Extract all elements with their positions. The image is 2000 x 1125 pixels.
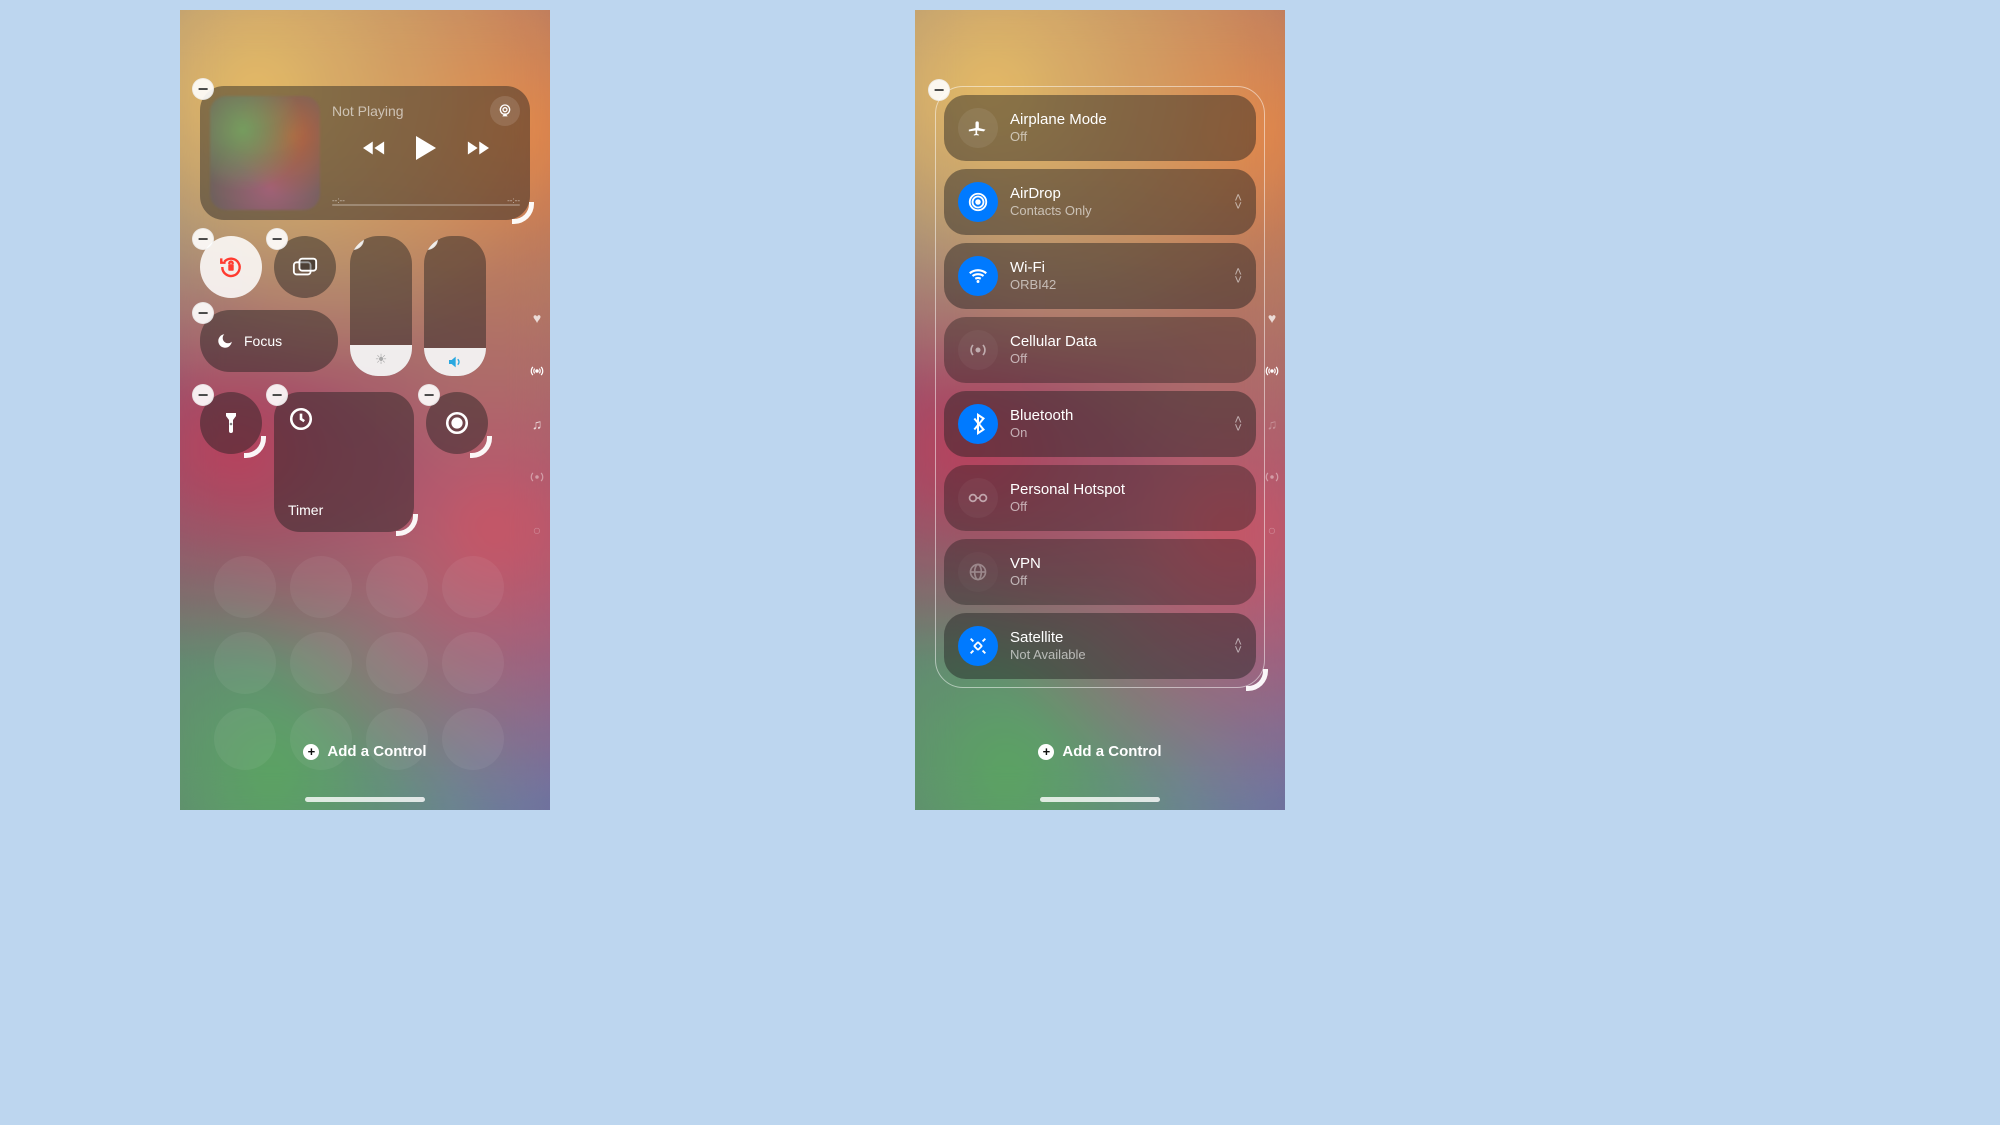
home-indicator[interactable] [305,797,425,802]
remove-button[interactable]: − [192,78,214,100]
remove-button[interactable]: − [350,236,364,250]
row-sub: Contacts Only [1010,203,1092,219]
resize-handle[interactable] [512,202,534,224]
vpn-icon [958,552,998,592]
airplane-icon [958,108,998,148]
remove-button[interactable]: − [192,228,214,250]
plus-icon: + [1038,744,1054,760]
time-elapsed: --:-- [332,196,345,205]
row-sub: Off [1010,351,1097,367]
add-control-label: Add a Control [1062,743,1161,760]
airdrop-row[interactable]: AirDrop Contacts Only ˄˅ [944,169,1256,235]
row-sub: ORBI42 [1010,277,1056,293]
focus-button[interactable]: − Focus [200,310,338,372]
page-dots[interactable]: ♥ ♫ ○ [530,310,544,538]
remove-button[interactable]: − [928,79,950,101]
flashlight-button[interactable]: − [200,392,262,454]
chevron-expand-icon[interactable]: ˄˅ [1234,638,1242,654]
heart-icon: ♥ [1268,310,1276,326]
next-track-button[interactable] [463,139,489,157]
wifi-icon [958,256,998,296]
page-dots[interactable]: ♥ ♫ ○ [1265,310,1279,538]
connectivity-group: − Airplane Mode Off AirDrop Contacts Onl… [935,86,1265,688]
row-sub: Off [1010,499,1125,515]
satellite-row[interactable]: Satellite Not Available ˄˅ [944,613,1256,679]
hotspot-icon [958,478,998,518]
heart-icon: ♥ [533,310,541,326]
phone-left: − Not Playing [180,10,550,810]
airplane-mode-row[interactable]: Airplane Mode Off [944,95,1256,161]
cellular-row[interactable]: Cellular Data Off [944,317,1256,383]
row-sub: On [1010,425,1073,441]
add-control-button[interactable]: + Add a Control [915,743,1285,760]
row-title: Satellite [1010,629,1086,648]
add-control-label: Add a Control [327,743,426,760]
row-title: Bluetooth [1010,407,1073,426]
dot-icon: ○ [1268,522,1276,538]
dot-icon: ○ [533,522,541,538]
home-indicator[interactable] [1040,797,1160,802]
antenna-icon [1265,364,1279,378]
vpn-row[interactable]: VPN Off [944,539,1256,605]
focus-label: Focus [244,333,282,349]
timer-tile[interactable]: − Timer [274,392,414,532]
resize-handle[interactable] [244,436,266,458]
orientation-lock-button[interactable]: − [200,236,262,298]
resize-handle[interactable] [396,514,418,536]
cellular-icon [958,330,998,370]
screen-mirroring-button[interactable]: − [274,236,336,298]
resize-handle[interactable] [468,358,486,376]
sun-icon: ☀ [375,351,388,368]
bluetooth-icon [958,404,998,444]
resize-handle[interactable] [470,436,492,458]
antenna-icon [530,364,544,378]
media-tile[interactable]: − Not Playing [200,86,530,220]
brightness-slider[interactable]: − ☀ [350,236,412,376]
airplay-button[interactable] [490,96,520,126]
screen-record-button[interactable]: − [426,392,488,454]
airdrop-icon [958,182,998,222]
row-sub: Not Available [1010,647,1086,663]
satellite-icon [958,626,998,666]
timer-label: Timer [288,502,400,518]
remove-button[interactable]: − [192,302,214,324]
row-title: AirDrop [1010,185,1092,204]
remove-button[interactable]: − [424,236,438,250]
row-title: VPN [1010,555,1041,574]
moon-icon [216,332,234,350]
music-note-icon: ♫ [532,416,543,432]
chevron-expand-icon[interactable]: ˄˅ [1234,194,1242,210]
plus-icon: + [303,744,319,760]
wifi-row[interactable]: Wi-Fi ORBI42 ˄˅ [944,243,1256,309]
volume-slider[interactable]: − [424,236,486,376]
hotspot-row[interactable]: Personal Hotspot Off [944,465,1256,531]
bluetooth-row[interactable]: Bluetooth On ˄˅ [944,391,1256,457]
remove-button[interactable]: − [266,228,288,250]
remove-button[interactable]: − [266,384,288,406]
antenna-dim-icon [530,470,544,484]
resize-handle[interactable] [1246,669,1268,691]
placeholder-grid [214,556,504,770]
row-title: Airplane Mode [1010,111,1107,130]
speaker-icon [447,354,463,370]
antenna-dim-icon [1265,470,1279,484]
play-button[interactable] [415,136,437,160]
remove-button[interactable]: − [418,384,440,406]
timer-icon [288,406,400,432]
phone-right: − Airplane Mode Off AirDrop Contacts Onl… [915,10,1285,810]
row-title: Personal Hotspot [1010,481,1125,500]
add-control-button[interactable]: + Add a Control [180,743,550,760]
now-playing-status: Not Playing [332,103,404,119]
row-sub: Off [1010,129,1107,145]
prev-track-button[interactable] [363,139,389,157]
remove-button[interactable]: − [192,384,214,406]
music-note-icon: ♫ [1267,416,1278,432]
chevron-expand-icon[interactable]: ˄˅ [1234,268,1242,284]
chevron-expand-icon[interactable]: ˄˅ [1234,416,1242,432]
album-art [210,96,320,210]
scrubber[interactable]: --:-- --:-- [332,200,520,210]
row-title: Wi-Fi [1010,259,1056,278]
row-sub: Off [1010,573,1041,589]
row-title: Cellular Data [1010,333,1097,352]
